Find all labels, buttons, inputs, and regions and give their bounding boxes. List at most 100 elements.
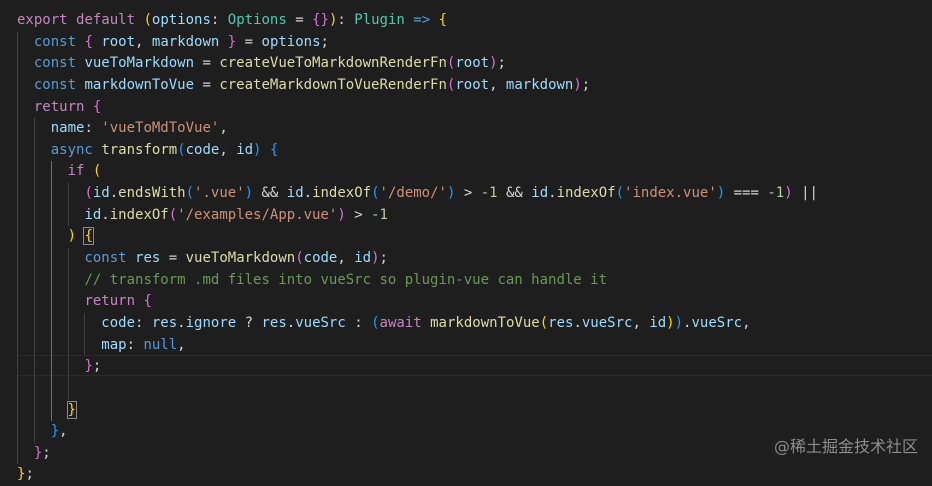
indent-guide [17,334,18,357]
code-token: } [50,423,60,440]
code-token: id [649,314,667,331]
code-line[interactable]: }; [17,356,818,378]
code-token: { [92,98,102,115]
code-token: Plugin [354,12,405,28]
code-line[interactable] [17,377,818,400]
indent-guide [17,421,18,443]
indent-guide [67,269,69,292]
code-token: && [253,185,287,202]
indent-guide [17,442,18,465]
code-token: res [548,314,574,331]
code-token: { [84,33,93,50]
indent-guide [17,183,18,205]
code-token: id [354,250,372,267]
code-token: ? [236,314,262,331]
code-editor[interactable]: export default (options: Options = {}): … [0,0,932,482]
code-line[interactable]: // transform .md files into vueSrc so pl… [17,269,818,292]
indent-guide [17,74,18,97]
code-token: markdown [505,76,574,93]
code-token: ( [539,314,549,331]
code-token: -1 [371,206,388,223]
code-token: 'index.vue' [624,185,717,202]
code-token: , [59,423,68,440]
code-line[interactable]: }; [17,442,818,465]
code-token: ( [371,314,380,331]
code-token: } [227,33,237,50]
code-token: transform [101,141,178,158]
indent-guide [33,377,35,400]
code-line[interactable]: }, [17,421,818,443]
code-token: ) [573,76,582,93]
code-line[interactable]: const markdownToVue = createMarkdownToVu… [17,74,818,97]
code-token: : [135,314,152,331]
indent-guide [84,334,86,357]
code-token: } [84,358,93,375]
code-line[interactable]: if ( [17,161,818,184]
code-line[interactable]: id.indexOf('/examples/App.vue') > -1 [17,204,818,227]
code-line[interactable]: const vueToMarkdown = createVueToMarkdow… [17,53,818,75]
code-token: ) [244,185,254,202]
code-token: ; [581,76,591,93]
indent-guide [67,334,69,357]
code-token: ( [371,185,380,202]
code-token: id [92,185,110,202]
indent-guide [17,118,18,140]
code-line[interactable]: export default (options: Options = {}): … [17,10,818,32]
indent-guide [67,183,69,205]
indent-guide [33,161,35,184]
indent-guide [33,118,35,140]
code-line[interactable]: name: 'vueToMdToVue', [17,118,818,140]
code-token: vueSrc [691,314,743,331]
code-token: ) [666,314,675,331]
code-token: return [84,293,136,310]
indent-guide [50,312,52,335]
code-token: res [151,314,178,331]
code-token: code [185,141,220,158]
code-line[interactable]: }; [17,464,818,486]
code-token: '/examples/App.vue' [177,206,338,223]
indent-guide [50,291,52,313]
code-token: => [413,12,431,28]
code-line[interactable]: ) { [17,226,818,249]
code-line[interactable]: const { root, markdown } = options; [17,31,818,54]
code-token: . [109,185,119,202]
code-token: . [548,185,557,202]
code-line[interactable]: const res = vueToMarkdown(code, id); [17,248,818,270]
code-line[interactable]: code: res.ignore ? res.vueSrc : (await m… [17,312,818,335]
code-token: ) [716,185,726,202]
indent-guide [50,356,52,378]
code-token: ( [143,12,152,28]
code-line[interactable]: (id.endsWith('.vue') && id.indexOf('/dem… [17,183,818,205]
code-token: const [33,76,77,93]
code-token: = [286,12,313,28]
indent-guide [17,312,18,335]
code-line[interactable]: async transform(code, id) { [17,139,818,162]
code-token: . [286,314,296,331]
code-token: ) [337,206,346,223]
indent-guide [50,399,52,422]
indent-guide [33,248,35,270]
indent-guide [33,183,35,205]
code-token: . [177,314,186,331]
code-line[interactable]: } [17,399,818,422]
indent-guide [17,96,18,119]
code-token: : [126,336,144,353]
code-token: ; [497,55,506,72]
code-token: { [438,12,447,28]
indent-guide [17,356,18,378]
indent-guide [17,269,18,292]
code-token: vueSrc [295,314,346,331]
code-token: , [219,120,228,137]
indent-guide [50,334,52,357]
code-token: ; [42,444,51,461]
code-line[interactable]: map: null, [17,334,818,357]
code-line[interactable]: return { [17,291,818,313]
code-token: map [101,336,127,353]
indent-guide [17,53,18,75]
code-area[interactable]: export default (options: Options = {}): … [17,10,818,486]
code-line[interactable]: return { [17,96,818,119]
